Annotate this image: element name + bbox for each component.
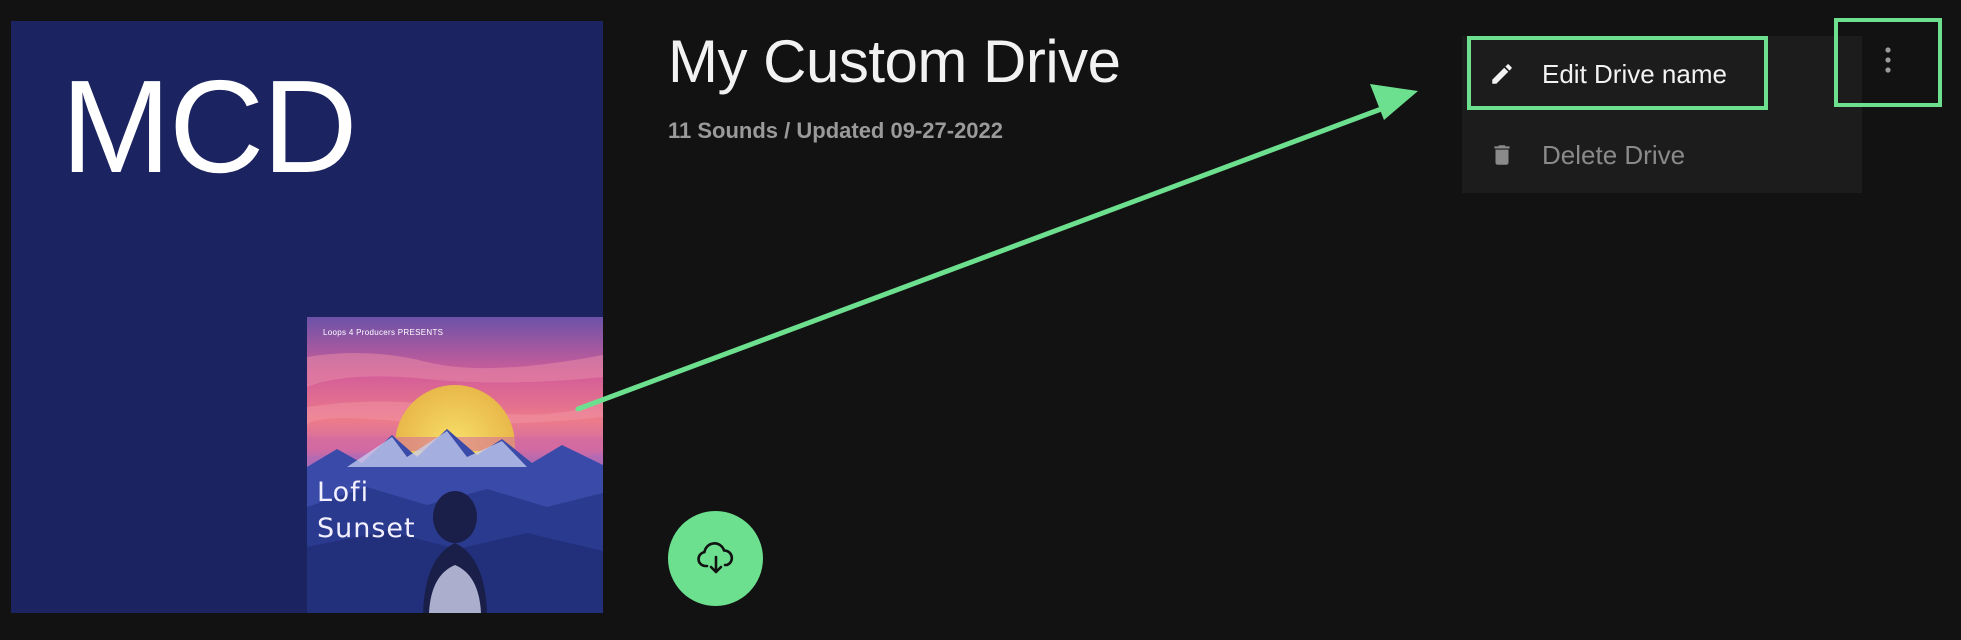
page-title: My Custom Drive <box>668 28 1121 95</box>
drive-cover-art: MCD Loops 4 Producers PRESENTS Lofi Suns… <box>11 21 603 613</box>
drive-page: MCD Loops 4 Producers PRESENTS Lofi Suns… <box>0 0 1961 640</box>
cover-initials: MCD <box>61 53 358 200</box>
delete-drive-menu-item[interactable]: Delete Drive <box>1462 123 1862 187</box>
artwork-presenter-text: Loops 4 Producers PRESENTS <box>323 328 444 337</box>
trash-icon <box>1488 141 1516 169</box>
drive-meta: 11 Sounds / Updated 09-27-2022 <box>668 118 1004 143</box>
edit-drive-name-menu-item[interactable]: Edit Drive name <box>1462 42 1862 106</box>
download-button[interactable] <box>668 511 763 606</box>
artwork-title: Lofi Sunset <box>317 477 416 544</box>
pencil-icon <box>1488 60 1516 88</box>
delete-drive-label: Delete Drive <box>1542 139 1686 170</box>
more-vertical-icon <box>1885 47 1891 73</box>
drive-options-menu: Edit Drive name Delete Drive <box>1462 36 1862 193</box>
artwork-illustration <box>307 317 603 613</box>
more-options-button[interactable] <box>1870 40 1906 80</box>
edit-drive-name-label: Edit Drive name <box>1542 58 1727 89</box>
cloud-download-icon <box>696 541 733 573</box>
pack-artwork[interactable]: Loops 4 Producers PRESENTS Lofi Sunset <box>307 317 603 613</box>
